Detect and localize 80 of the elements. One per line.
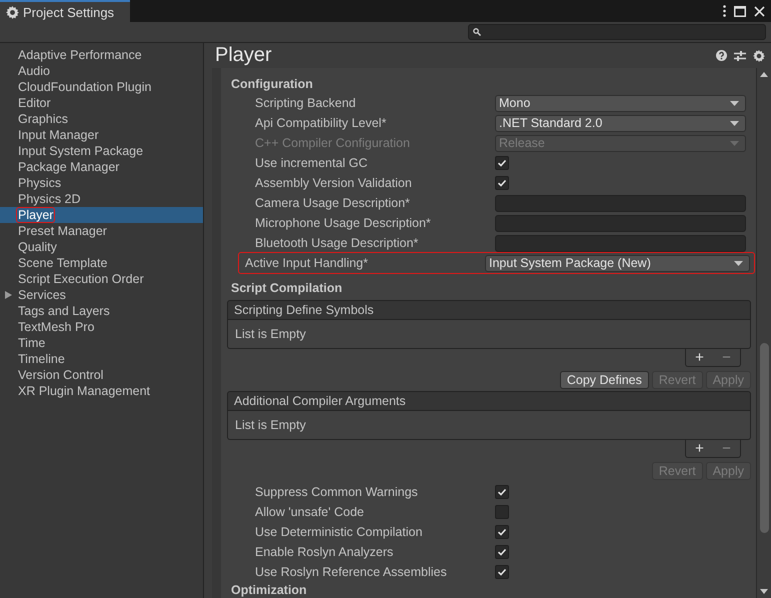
window-tab[interactable]: Project Settings <box>0 0 130 22</box>
list-header: Scripting Define Symbols <box>227 300 751 320</box>
caret-icon <box>734 260 743 266</box>
empty-list-text: List is Empty <box>227 320 751 349</box>
window-title: Project Settings <box>23 4 114 20</box>
caret-icon <box>730 120 739 126</box>
sidebar-item[interactable]: Audio <box>0 63 203 79</box>
checkbox[interactable] <box>495 545 509 559</box>
sidebar-item[interactable]: Version Control <box>0 367 203 383</box>
maximize-icon[interactable] <box>734 6 746 16</box>
scroll-thumb[interactable] <box>760 343 769 533</box>
sidebar-item[interactable]: Input Manager <box>0 127 203 143</box>
check-icon <box>497 487 507 497</box>
checkbox[interactable] <box>495 485 509 499</box>
dropdown[interactable]: Mono <box>495 94 746 112</box>
sidebar-item[interactable]: Graphics <box>0 111 203 127</box>
list-action-button[interactable]: Copy Defines <box>560 371 649 389</box>
setting-label: Enable Roslyn Analyzers <box>255 545 394 559</box>
gear-icon[interactable] <box>753 50 765 62</box>
sidebar-item[interactable]: Scene Template <box>0 255 203 271</box>
caret-icon <box>730 100 739 106</box>
section-title: Configuration <box>230 76 314 93</box>
sidebar-item[interactable]: Editor <box>0 95 203 111</box>
sidebar-item[interactable]: Physics <box>0 175 203 191</box>
setting-label: Bluetooth Usage Description* <box>255 236 420 250</box>
sliders-icon[interactable] <box>734 50 746 62</box>
checkbox[interactable] <box>495 525 509 539</box>
checkbox[interactable] <box>495 505 509 519</box>
gear-icon <box>6 6 19 18</box>
search-icon <box>473 28 481 36</box>
setting-label: Api Compatibility Level* <box>255 116 388 130</box>
setting-label: Use Roslyn Reference Assemblies <box>255 565 448 579</box>
sidebar-item[interactable]: Package Manager <box>0 159 203 175</box>
help-icon[interactable] <box>716 50 727 61</box>
add-button[interactable]: + <box>693 350 706 364</box>
sidebar-item[interactable]: XR Plugin Management <box>0 383 203 399</box>
section-title: Optimization <box>230 582 308 598</box>
scroll-down-icon[interactable] <box>760 589 768 594</box>
close-icon[interactable] <box>754 6 765 16</box>
sidebar-item[interactable]: Tags and Layers <box>0 303 203 319</box>
checkbox[interactable] <box>495 176 509 190</box>
sidebar-item[interactable]: CloudFoundation Plugin <box>0 79 203 95</box>
text-field[interactable] <box>495 214 746 232</box>
dropdown[interactable]: Input System Package (New) <box>485 254 750 272</box>
checkbox[interactable] <box>495 156 509 170</box>
sidebar-item[interactable]: Input System Package <box>0 143 203 159</box>
sidebar-item[interactable]: Preset Manager <box>0 223 203 239</box>
empty-list-text: List is Empty <box>227 411 751 440</box>
add-button[interactable]: + <box>693 442 706 456</box>
scroll-up-icon[interactable] <box>760 72 768 77</box>
sidebar-item[interactable]: Physics 2D <box>0 191 203 207</box>
setting-label: Camera Usage Description* <box>255 196 411 210</box>
setting-label: Scripting Backend <box>255 96 357 110</box>
setting-label: Use Deterministic Compilation <box>255 525 424 539</box>
text-field[interactable] <box>495 194 746 212</box>
caret-icon <box>730 140 739 146</box>
setting-label: Allow 'unsafe' Code <box>255 505 366 519</box>
more-icon[interactable] <box>723 5 726 17</box>
sidebar-item[interactable]: TextMesh Pro <box>0 319 203 335</box>
setting-label: Microphone Usage Description* <box>255 216 432 230</box>
sidebar-item[interactable]: Script Execution Order <box>0 271 203 287</box>
setting-label: Assembly Version Validation <box>255 176 413 190</box>
setting-label: Active Input Handling* <box>245 256 369 270</box>
sidebar-item[interactable]: Player <box>0 207 203 223</box>
list-header: Additional Compiler Arguments <box>227 391 751 411</box>
sidebar-item[interactable]: Services <box>0 287 203 303</box>
dropdown[interactable]: .NET Standard 2.0 <box>495 114 746 132</box>
checkbox[interactable] <box>495 565 509 579</box>
search-field[interactable] <box>468 24 766 40</box>
sidebar-item[interactable]: Timeline <box>0 351 203 367</box>
text-field[interactable] <box>495 234 746 252</box>
page-title: Player <box>215 44 272 67</box>
section-title: Script Compilation <box>230 280 344 297</box>
expand-arrow-icon[interactable] <box>5 291 12 299</box>
setting-label: Use incremental GC <box>255 156 369 170</box>
sidebar-item[interactable]: Adaptive Performance <box>0 47 203 63</box>
setting-label: C++ Compiler Configuration <box>255 136 411 150</box>
sidebar-item[interactable]: Time <box>0 335 203 351</box>
setting-label: Suppress Common Warnings <box>255 485 419 499</box>
sidebar-item[interactable]: Quality <box>0 239 203 255</box>
